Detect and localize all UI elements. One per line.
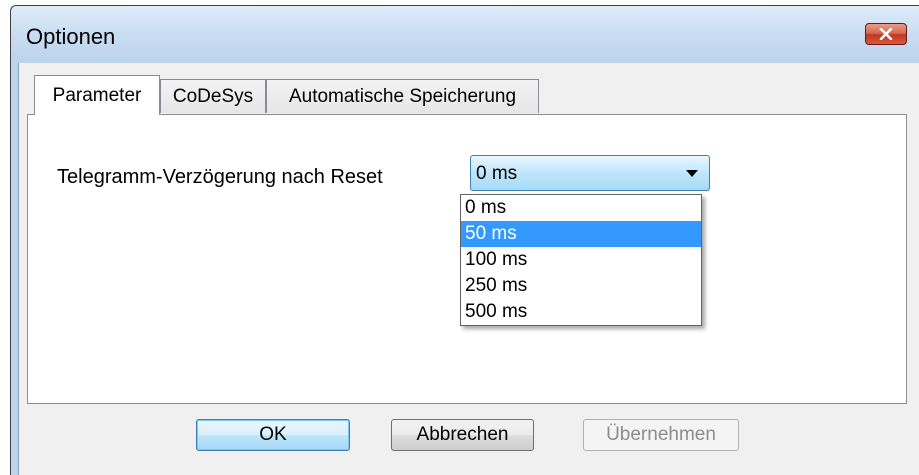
dropdown-option-0ms[interactable]: 0 ms — [461, 195, 701, 221]
tab-parameter[interactable]: Parameter — [34, 75, 160, 115]
dialog-body: Parameter CoDeSys Automatische Speicheru… — [18, 63, 919, 475]
dropdown-option-250ms[interactable]: 250 ms — [461, 273, 701, 299]
telegram-delay-dropdown-list: 0 ms 50 ms 100 ms 250 ms 500 ms — [460, 194, 702, 326]
telegram-delay-label: Telegramm-Verzögerung nach Reset — [57, 166, 383, 188]
dropdown-option-50ms[interactable]: 50 ms — [461, 221, 701, 247]
window-title: Optionen — [26, 24, 116, 49]
dropdown-option-500ms[interactable]: 500 ms — [461, 299, 701, 325]
telegram-delay-combobox[interactable]: 0 ms — [470, 155, 710, 191]
ok-button[interactable]: OK — [196, 419, 350, 451]
title-bar[interactable]: Optionen — [11, 6, 919, 62]
cancel-button[interactable]: Abbrechen — [391, 419, 534, 451]
tab-codesys[interactable]: CoDeSys — [160, 79, 266, 113]
tab-automatische-speicherung[interactable]: Automatische Speicherung — [266, 79, 539, 113]
dropdown-option-100ms[interactable]: 100 ms — [461, 247, 701, 273]
options-dialog: Optionen Parameter CoDeSys Automatische … — [10, 5, 919, 475]
chevron-down-icon[interactable] — [686, 170, 698, 177]
combo-selected-value: 0 ms — [476, 163, 518, 184]
close-icon — [879, 28, 893, 40]
close-button[interactable] — [865, 23, 907, 45]
apply-button[interactable]: Übernehmen — [583, 419, 739, 451]
